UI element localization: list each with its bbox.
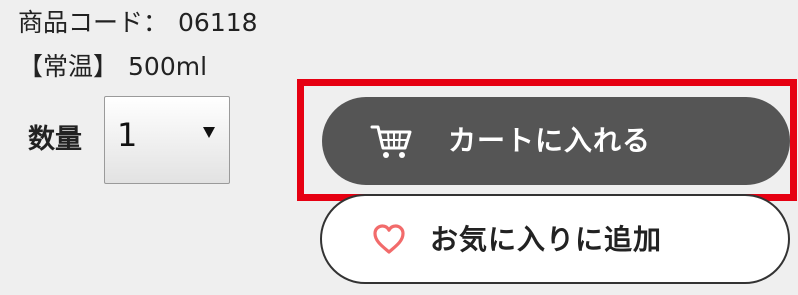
product-code: 商品コード： 06118 [18, 6, 258, 40]
product-code-label: 商品コード： [18, 8, 169, 37]
add-to-cart-button[interactable]: カートに入れる [322, 97, 790, 185]
quantity-select[interactable]: 1 [104, 96, 230, 184]
storage-type: 【常温】 [18, 52, 119, 81]
add-to-favorites-button[interactable]: お気に入りに追加 [320, 194, 790, 284]
cart-icon [370, 125, 412, 158]
quantity-label: 数量 [28, 124, 82, 155]
product-storage-volume: 【常温】 500ml [18, 50, 207, 84]
add-to-cart-label: カートに入れる [448, 124, 652, 157]
quantity-selected-value: 1 [117, 116, 138, 154]
product-volume: 500ml [128, 52, 208, 81]
product-code-value: 06118 [178, 8, 258, 37]
heart-icon [373, 224, 405, 254]
dropdown-arrow-icon [203, 127, 215, 138]
add-to-favorites-label: お気に入りに追加 [430, 223, 663, 256]
